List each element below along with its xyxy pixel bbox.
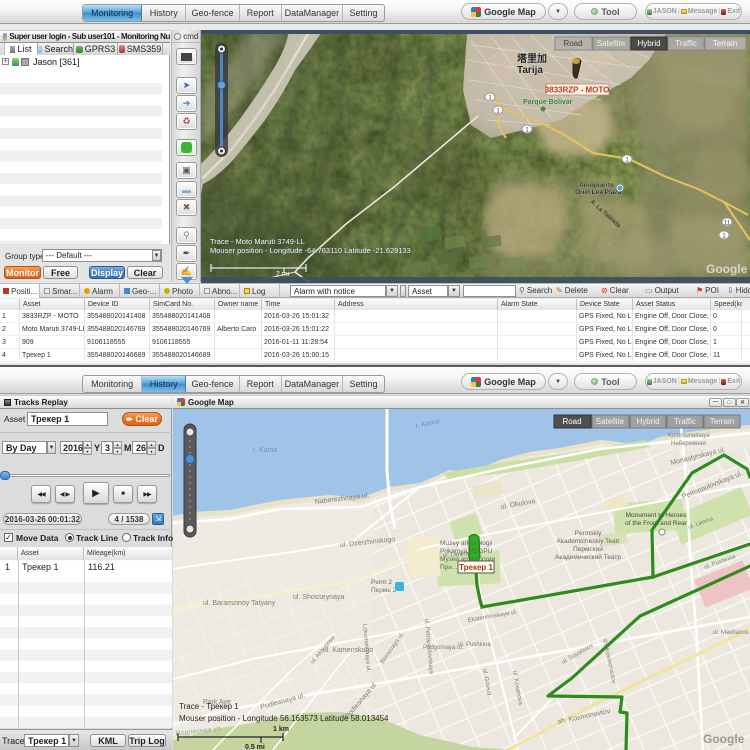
svg-text:of the Front and Rear: of the Front and Rear — [625, 520, 688, 527]
svg-text:ul. Pushkina: ul. Pushkina — [458, 642, 491, 648]
svg-text:Perm 2: Perm 2 — [371, 579, 392, 586]
svg-text:Hybrid: Hybrid — [637, 39, 660, 48]
svg-text:Trace - Moto Maruti 3749-LL: Trace - Moto Maruti 3749-LL — [210, 237, 305, 246]
svg-text:Kommunalnaya: Kommunalnaya — [668, 433, 710, 439]
svg-text:Пермский: Пермский — [573, 545, 603, 553]
svg-text:Traffic: Traffic — [675, 39, 697, 48]
svg-text:2 mi: 2 mi — [276, 271, 290, 278]
svg-text:Terrain: Terrain — [710, 417, 734, 426]
svg-text:Permskiy: Permskiy — [575, 530, 602, 537]
svg-text:r. Kama: r. Kama — [253, 447, 277, 454]
svg-text:Google: Google — [703, 732, 745, 746]
svg-text:3833RZP - MOTO: 3833RZP - MOTO — [545, 86, 610, 95]
svg-text:Hybrid: Hybrid — [636, 417, 659, 426]
svg-text:Tarija: Tarija — [517, 65, 543, 76]
svg-text:Satellite: Satellite — [597, 39, 626, 48]
svg-text:ul. Baramzinoy Tatyany: ul. Baramzinoy Tatyany — [203, 600, 276, 607]
svg-text:Monument to Heroes: Monument to Heroes — [626, 512, 687, 519]
svg-text:Akademicheskiy Teatr: Akademicheskiy Teatr — [556, 538, 620, 545]
svg-text:11: 11 — [724, 221, 731, 227]
svg-text:При...: При... — [440, 564, 458, 571]
svg-text:Набережная: Набережная — [671, 441, 706, 447]
svg-text:Google: Google — [706, 262, 748, 276]
svg-text:塔里加: 塔里加 — [517, 52, 547, 65]
svg-text:0.5 mi: 0.5 mi — [245, 744, 265, 750]
svg-text:Mouser position - Longitude -6: Mouser position - Longitude -64.763110 L… — [210, 246, 411, 255]
svg-text:Terrain: Terrain — [713, 39, 737, 48]
svg-text:Трекер 1: Трекер 1 — [459, 563, 493, 572]
svg-text:Road: Road — [563, 39, 582, 48]
svg-text:Prikamya PGGPU: Prikamya PGGPU — [440, 548, 493, 555]
svg-text:Aeropuerto: Aeropuerto — [579, 182, 614, 189]
svg-text:Академический Театр: Академический Театр — [555, 553, 621, 561]
svg-text:Muzey arkheologii: Muzey arkheologii — [440, 540, 492, 547]
svg-text:1 km: 1 km — [273, 726, 289, 733]
svg-text:Parque Bolívar: Parque Bolívar — [523, 99, 573, 106]
svg-text:Oriel Lea Plaza: Oriel Lea Plaza — [575, 189, 622, 196]
svg-text:Пермь 2: Пермь 2 — [371, 587, 397, 594]
svg-text:ul. Shosseynaya: ul. Shosseynaya — [293, 594, 344, 601]
svg-text:ul. Mekhanos: ul. Mekhanos — [713, 630, 749, 636]
svg-text:Музей археологии: Музей археологии — [440, 555, 496, 563]
svg-text:Satellite: Satellite — [596, 417, 625, 426]
svg-text:Trace - Трекер 1: Trace - Трекер 1 — [179, 702, 239, 711]
svg-text:Road: Road — [562, 417, 581, 426]
svg-text:Traffic: Traffic — [674, 417, 696, 426]
svg-text:Mouser position - Longitude 56: Mouser position - Longitude 56.163573 La… — [179, 714, 389, 723]
